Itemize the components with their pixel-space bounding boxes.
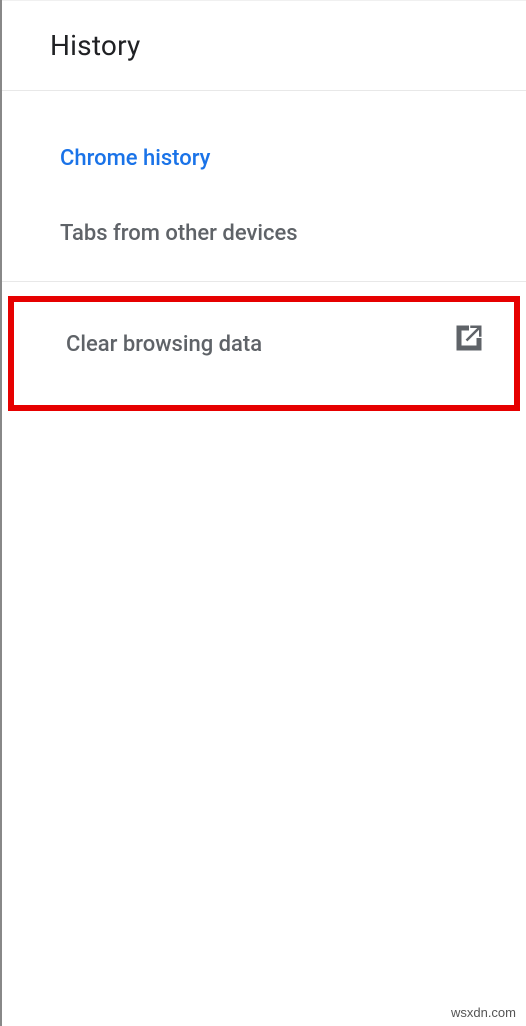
open-in-new-icon [454, 323, 484, 353]
menu-item-label: Chrome history [60, 146, 210, 171]
menu-item-label: Clear browsing data [66, 332, 262, 357]
page-title: History [50, 29, 502, 62]
menu-item-clear-browsing-data[interactable]: Clear browsing data [14, 302, 514, 405]
history-menu: Chrome history Tabs from other devices [2, 91, 526, 282]
highlight-annotation: Clear browsing data [8, 296, 520, 411]
watermark-text: wsxdn.com [451, 1005, 516, 1020]
sidebar-header: History [2, 0, 526, 91]
menu-item-chrome-history[interactable]: Chrome history [2, 121, 526, 196]
menu-item-label: Tabs from other devices [60, 221, 298, 246]
menu-item-other-devices[interactable]: Tabs from other devices [2, 196, 526, 271]
